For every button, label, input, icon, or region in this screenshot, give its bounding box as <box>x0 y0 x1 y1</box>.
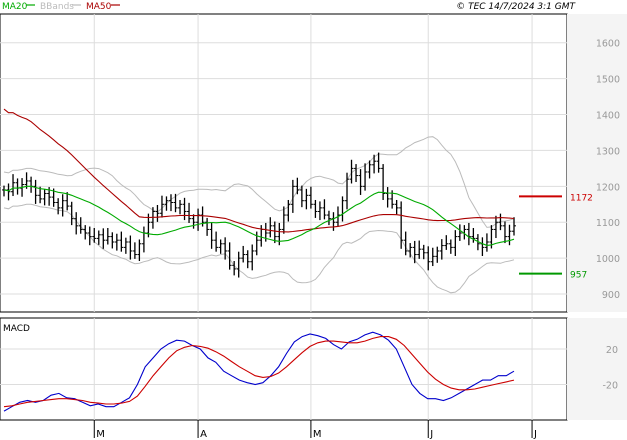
macd-tick-label: 20 <box>606 345 618 356</box>
price-tick-label: 1500 <box>596 75 620 86</box>
legend-bbands-label: BBands <box>40 2 74 12</box>
level-label: 957 <box>570 271 587 281</box>
legend-ma50-label: MA50 <box>86 2 112 12</box>
price-tick-label: 1100 <box>596 218 620 229</box>
macd-tick-label: -20 <box>602 381 618 392</box>
macd-title: MACD <box>3 324 30 334</box>
price-grid <box>0 13 627 313</box>
price-tick-label: 1400 <box>596 111 620 122</box>
x-tick-label: M <box>313 429 322 440</box>
price-tick-label: 1200 <box>596 182 620 193</box>
x-tick-label: J <box>429 429 433 440</box>
x-tick-label: J <box>533 429 537 440</box>
legend: MA20 BBands MA50 <box>2 2 120 12</box>
level-label: 1172 <box>570 193 593 203</box>
price-tick-label: 1300 <box>596 146 620 157</box>
timestamp: © TEC 14/7/2024 3:1 GMT <box>456 2 576 12</box>
price-chart: MA20 BBands MA50 © TEC 14/7/2024 3:1 GMT… <box>0 2 627 440</box>
price-tick-label: 1000 <box>596 254 620 265</box>
macd-axis-band <box>567 318 627 420</box>
x-tick-label: M <box>96 429 105 440</box>
price-tick-label: 900 <box>602 290 620 301</box>
price-tick-label: 1600 <box>596 39 620 50</box>
price-axis-band <box>567 14 627 312</box>
x-tick-label: A <box>200 429 207 440</box>
legend-ma20-label: MA20 <box>2 2 28 12</box>
time-axis: MAMJJ <box>93 420 537 440</box>
